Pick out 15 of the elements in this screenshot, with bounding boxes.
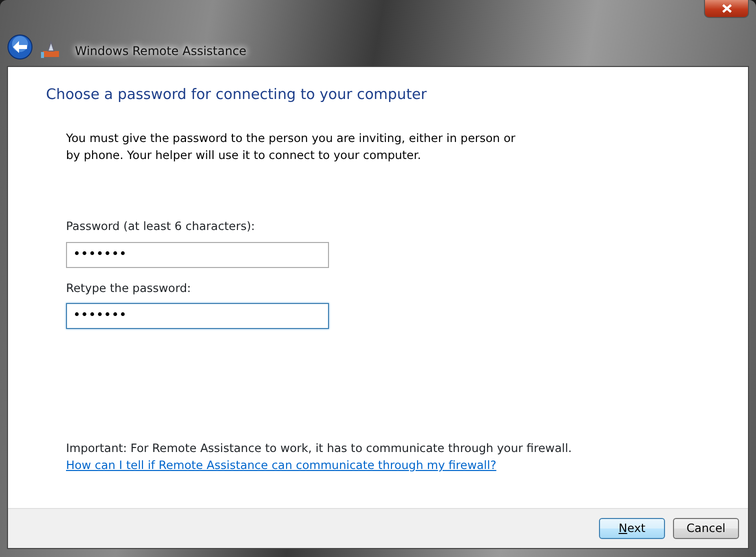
next-button[interactable]: Next: [599, 518, 665, 539]
password-field[interactable]: •••••••: [66, 242, 329, 268]
close-button[interactable]: [704, 0, 749, 18]
firewall-note: Important: For Remote Assistance to work, it has to communicate through your firewall.: [66, 440, 573, 457]
help-link[interactable]: How can I tell if Remote Assistance can communicate through my firewall?: [66, 458, 496, 472]
back-icon[interactable]: [7, 34, 33, 60]
field-label: Retype the password:: [66, 280, 192, 297]
page-heading: Choose a password for connecting to your computer: [46, 87, 428, 104]
description-text: You must give the password to the person you are inviting, either in person or by phone. Your helper will use it to connect to your computer.: [66, 130, 516, 164]
field-label: Password (at least 6 characters):: [66, 218, 256, 236]
window-title: Windows Remote Assistance: [75, 43, 246, 60]
app-icon: [41, 40, 61, 60]
password-field[interactable]: •••••••: [66, 302, 329, 329]
close-icon: [722, 4, 732, 13]
cancel-button[interactable]: Cancel: [673, 518, 739, 539]
